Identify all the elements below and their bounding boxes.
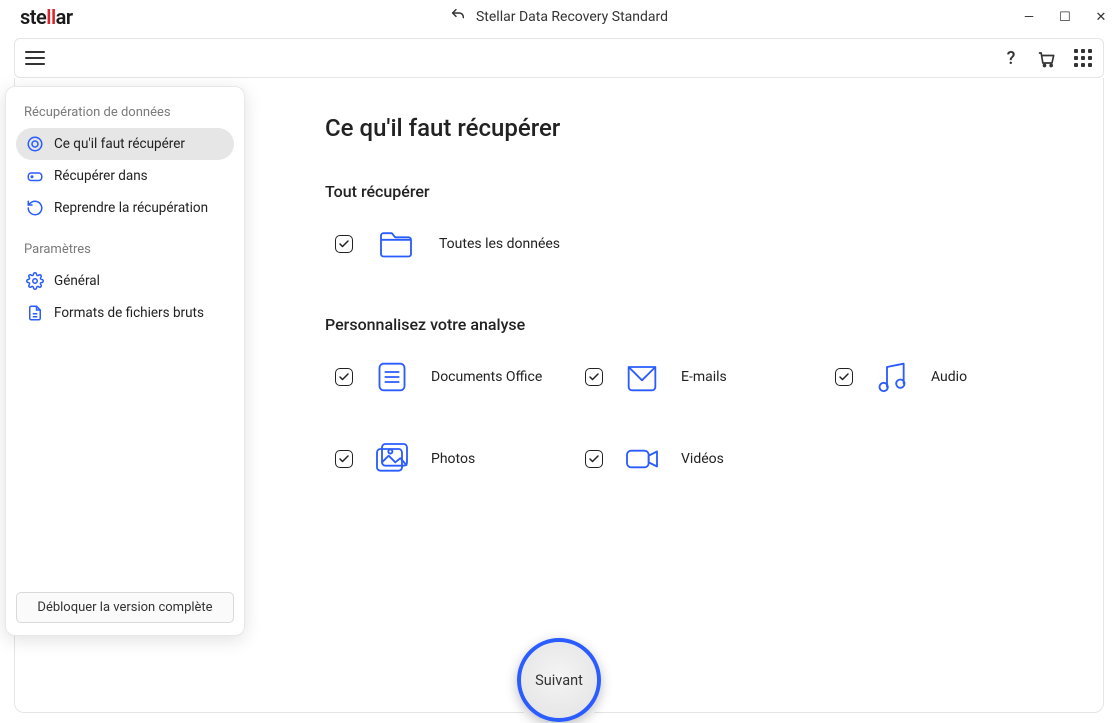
folder-icon	[375, 223, 417, 265]
sidebar-item-raw-formats[interactable]: Formats de fichiers bruts	[16, 297, 234, 329]
checkbox-all-data[interactable]	[335, 235, 353, 253]
checkbox-photos[interactable]	[335, 450, 353, 468]
checkbox-emails[interactable]	[585, 368, 603, 386]
sidebar-item-label: Reprendre la récupération	[54, 200, 208, 216]
app-logo: stellar	[20, 5, 73, 29]
checkbox-videos[interactable]	[585, 450, 603, 468]
cart-icon[interactable]	[1037, 48, 1057, 68]
refresh-icon	[26, 199, 44, 217]
maximize-button[interactable]: ☐	[1058, 10, 1072, 25]
option-emails: E-mails	[585, 356, 835, 398]
sidebar-item-what-to-recover[interactable]: Ce qu'il faut récupérer	[16, 128, 234, 160]
checkbox-documents[interactable]	[335, 368, 353, 386]
window-controls: — ☐ ✕	[1022, 10, 1108, 25]
option-all-data-label: Toutes les données	[439, 236, 560, 252]
menu-icon[interactable]	[25, 51, 45, 65]
option-audio: Audio	[835, 356, 1085, 398]
sidebar-panel: Récupération de données Ce qu'il faut ré…	[5, 86, 245, 636]
title-bar: stellar Stellar Data Recovery Standard —…	[0, 0, 1118, 34]
minimize-button[interactable]: —	[1022, 10, 1036, 25]
window-title: Stellar Data Recovery Standard	[476, 9, 668, 25]
music-icon	[871, 356, 913, 398]
apps-icon[interactable]	[1073, 48, 1093, 68]
option-label: E-mails	[681, 369, 727, 385]
gear-icon	[26, 272, 44, 290]
main-panel: Récupération de données Ce qu'il faut ré…	[14, 78, 1104, 713]
sidebar-item-recover-from[interactable]: Récupérer dans	[16, 160, 234, 192]
option-documents: Documents Office	[335, 356, 585, 398]
target-icon	[26, 135, 44, 153]
option-photos: Photos	[335, 438, 585, 480]
help-icon[interactable]: ?	[1001, 48, 1021, 68]
option-label: Audio	[931, 369, 967, 385]
photo-icon	[371, 438, 413, 480]
checkbox-audio[interactable]	[835, 368, 853, 386]
option-label: Vidéos	[681, 451, 724, 467]
sidebar-item-resume-recovery[interactable]: Reprendre la récupération	[16, 192, 234, 224]
drive-icon	[26, 167, 44, 185]
sidebar-item-label: Ce qu'il faut récupérer	[54, 136, 185, 152]
sidebar-item-label: Récupérer dans	[54, 168, 148, 184]
sidebar-section-recovery: Récupération de données	[16, 101, 234, 128]
sidebar-item-general[interactable]: Général	[16, 265, 234, 297]
unlock-full-version-button[interactable]: Débloquer la version complète	[16, 592, 234, 623]
video-icon	[621, 438, 663, 480]
toolbar: ?	[14, 38, 1104, 78]
document-icon	[371, 356, 413, 398]
sidebar-item-label: Formats de fichiers bruts	[54, 305, 204, 321]
mail-icon	[621, 356, 663, 398]
close-button[interactable]: ✕	[1094, 10, 1108, 25]
next-button[interactable]: Suivant	[517, 638, 601, 722]
undo-icon[interactable]	[450, 7, 466, 27]
option-label: Documents Office	[431, 369, 542, 385]
sidebar-item-label: Général	[54, 273, 100, 289]
section-all-heading: Tout récupérer	[325, 182, 1103, 201]
sidebar-section-settings: Paramètres	[16, 238, 234, 265]
window-title-wrap: Stellar Data Recovery Standard	[450, 7, 668, 27]
option-label: Photos	[431, 451, 475, 467]
page-title: Ce qu'il faut récupérer	[325, 114, 1103, 142]
file-icon	[26, 304, 44, 322]
section-custom-heading: Personnalisez votre analyse	[325, 315, 1103, 334]
option-videos: Vidéos	[585, 438, 835, 480]
